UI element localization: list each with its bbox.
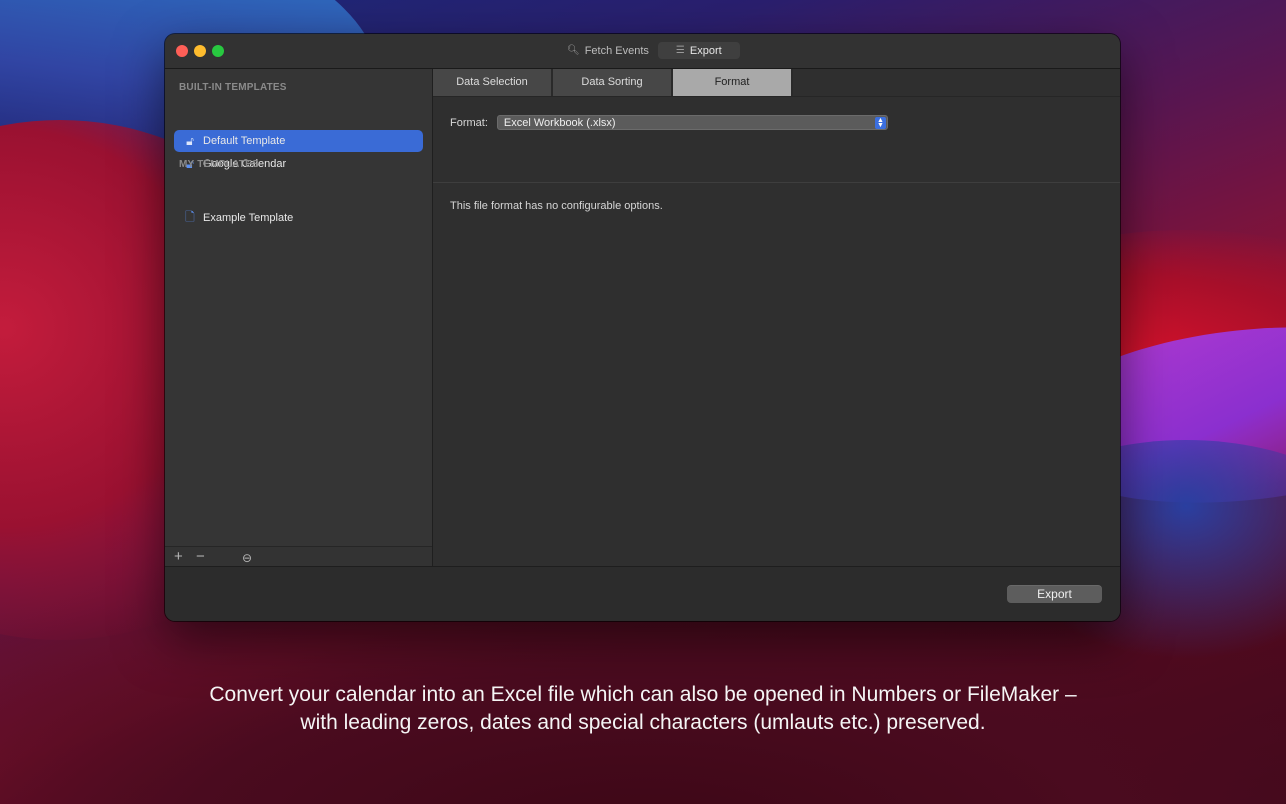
- format-select[interactable]: Excel Workbook (.xlsx) ▲ ▼: [496, 115, 888, 130]
- tab-format[interactable]: Format: [673, 69, 793, 96]
- format-row: Format: Excel Workbook (.xlsx) ▲ ▼: [450, 115, 888, 130]
- add-template-button[interactable]: +: [174, 548, 183, 566]
- more-actions-button[interactable]: ⊖: [242, 549, 252, 567]
- export-segment[interactable]: ☰ Export: [657, 42, 740, 59]
- sidebar-item-example-template[interactable]: 🗋 Example Template: [174, 207, 423, 229]
- zoom-window-button[interactable]: [212, 45, 224, 57]
- my-templates-header: MY TEMPLATES: [179, 159, 259, 170]
- sidebar-toolbar: + − ⊖: [165, 546, 432, 567]
- format-label: Format:: [450, 116, 488, 129]
- segment-label: Export: [689, 44, 722, 57]
- tab-data-sorting[interactable]: Data Sorting: [553, 69, 673, 96]
- settings-tabs: Data Selection Data Sorting Format: [433, 69, 793, 96]
- format-select-value: Excel Workbook (.xlsx): [503, 117, 616, 129]
- window-footer: Export: [165, 566, 1120, 621]
- mode-segmented-control: 🔍︎ Fetch Events ☰ Export: [558, 42, 740, 59]
- remove-template-button[interactable]: −: [196, 548, 205, 566]
- sidebar-item-label: Example Template: [203, 212, 294, 224]
- caption-line: with leading zeros, dates and special ch…: [300, 711, 986, 734]
- document-icon: 🗋: [185, 209, 195, 224]
- lock-icon: 🔓︎: [186, 133, 194, 148]
- section-divider: [433, 182, 1120, 183]
- segment-label: Fetch Events: [584, 44, 649, 57]
- template-sidebar: BUILT-IN TEMPLATES 🔓︎ Default Template 🔓…: [165, 69, 433, 567]
- format-info-text: This file format has no configurable opt…: [450, 200, 663, 212]
- builtin-templates-header: BUILT-IN TEMPLATES: [179, 82, 287, 93]
- tab-data-selection[interactable]: Data Selection: [433, 69, 553, 96]
- close-window-button[interactable]: [176, 45, 188, 57]
- fetch-events-segment[interactable]: 🔍︎ Fetch Events: [558, 42, 658, 59]
- list-icon: ☰: [675, 45, 685, 56]
- caption-line: Convert your calendar into an Excel file…: [209, 683, 1077, 706]
- tabs-divider: [433, 96, 1120, 97]
- minimize-window-button[interactable]: [194, 45, 206, 57]
- sidebar-item-label: Default Template: [203, 135, 286, 147]
- app-window: 🔍︎ Fetch Events ☰ Export BUILT-IN TEMPLA…: [165, 34, 1120, 621]
- sidebar-item-default-template[interactable]: 🔓︎ Default Template: [174, 130, 423, 152]
- export-settings-panel: Data Selection Data Sorting Format Forma…: [433, 69, 1120, 567]
- magnifier-icon: 🔍︎: [567, 45, 580, 56]
- chevron-up-down-icon: ▲ ▼: [874, 117, 886, 129]
- title-bar: 🔍︎ Fetch Events ☰ Export: [165, 34, 1120, 69]
- marketing-caption: Convert your calendar into an Excel file…: [0, 681, 1286, 737]
- export-button[interactable]: Export: [1007, 585, 1102, 603]
